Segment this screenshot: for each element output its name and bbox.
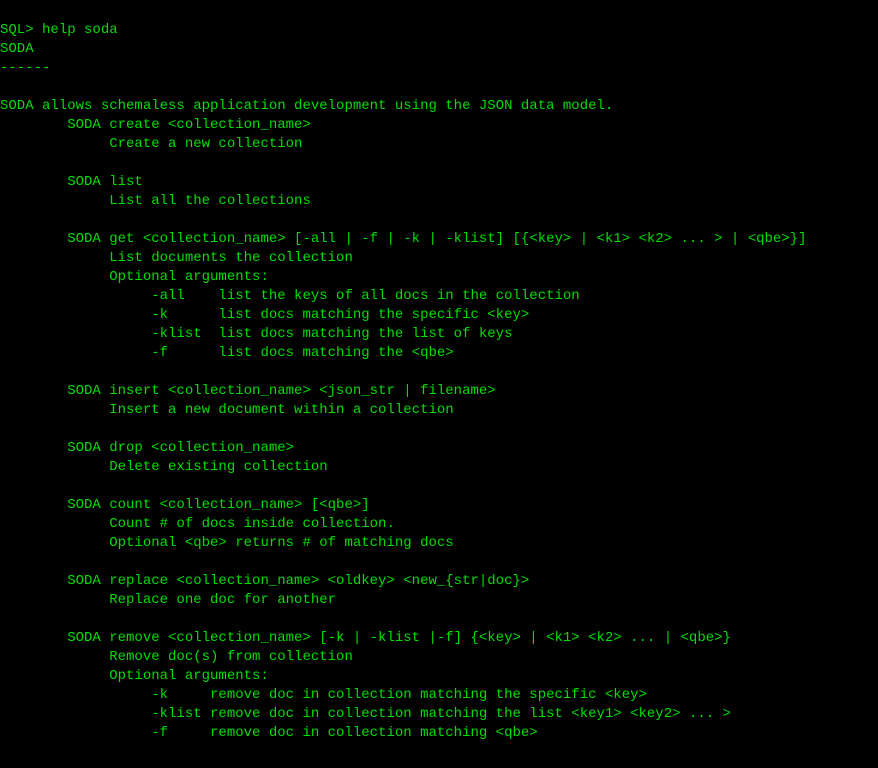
soda-get-opt-all: -all list the keys of all docs in the co… bbox=[0, 288, 580, 304]
help-underline: ------ bbox=[0, 60, 50, 76]
soda-drop-desc: Delete existing collection bbox=[0, 459, 328, 475]
soda-insert-desc: Insert a new document within a collectio… bbox=[0, 402, 454, 418]
entered-command: help soda bbox=[42, 22, 118, 38]
soda-count-desc2: Optional <qbe> returns # of matching doc… bbox=[0, 535, 454, 551]
soda-drop-usage: SODA drop <collection_name> bbox=[0, 440, 294, 456]
soda-insert-usage: SODA insert <collection_name> <json_str … bbox=[0, 383, 496, 399]
soda-remove-opt-klist: -klist remove doc in collection matching… bbox=[0, 706, 731, 722]
soda-remove-opt-label: Optional arguments: bbox=[0, 668, 269, 684]
soda-remove-desc: Remove doc(s) from collection bbox=[0, 649, 353, 665]
soda-count-usage: SODA count <collection_name> [<qbe>] bbox=[0, 497, 370, 513]
prompt-line[interactable]: SQL> help soda bbox=[0, 22, 118, 38]
soda-get-usage: SODA get <collection_name> [-all | -f | … bbox=[0, 231, 807, 247]
soda-list-desc: List all the collections bbox=[0, 193, 311, 209]
soda-replace-desc: Replace one doc for another bbox=[0, 592, 336, 608]
soda-create-usage: SODA create <collection_name> bbox=[0, 117, 311, 133]
soda-replace-usage: SODA replace <collection_name> <oldkey> … bbox=[0, 573, 529, 589]
soda-get-opt-klist: -klist list docs matching the list of ke… bbox=[0, 326, 512, 342]
sql-prompt: SQL> bbox=[0, 22, 42, 38]
soda-get-desc: List documents the collection bbox=[0, 250, 353, 266]
soda-remove-usage: SODA remove <collection_name> [-k | -kli… bbox=[0, 630, 731, 646]
soda-get-opt-f: -f list docs matching the <qbe> bbox=[0, 345, 454, 361]
terminal-output: SQL> help soda SODA ------ SODA allows s… bbox=[0, 0, 878, 743]
soda-get-opt-k: -k list docs matching the specific <key> bbox=[0, 307, 529, 323]
soda-count-desc: Count # of docs inside collection. bbox=[0, 516, 395, 532]
soda-create-desc: Create a new collection bbox=[0, 136, 302, 152]
soda-list-usage: SODA list bbox=[0, 174, 143, 190]
soda-remove-opt-k: -k remove doc in collection matching the… bbox=[0, 687, 647, 703]
intro-line: SODA allows schemaless application devel… bbox=[0, 98, 613, 114]
soda-get-opt-label: Optional arguments: bbox=[0, 269, 269, 285]
help-title: SODA bbox=[0, 41, 34, 57]
soda-remove-opt-f: -f remove doc in collection matching <qb… bbox=[0, 725, 538, 741]
